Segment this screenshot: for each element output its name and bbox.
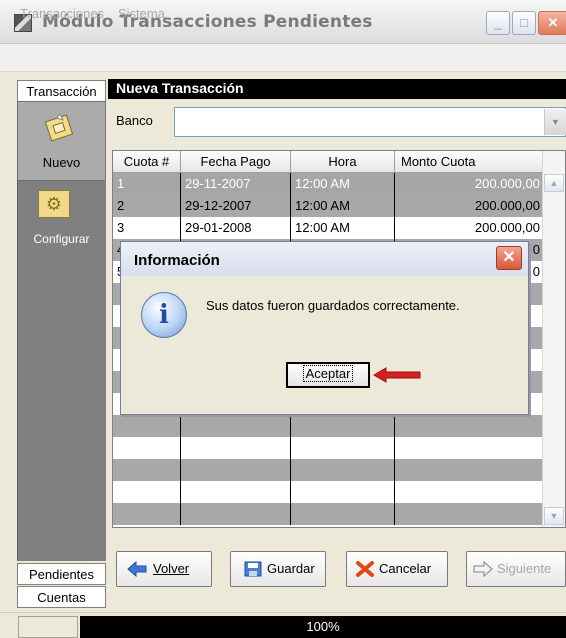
volver-button[interactable]: Volver (116, 551, 212, 587)
scroll-down-icon[interactable]: ▼ (544, 507, 564, 525)
siguiente-button[interactable]: Siguiente (466, 551, 566, 587)
cell-cuota (113, 415, 181, 437)
cancelar-button[interactable]: Cancelar (346, 551, 448, 587)
column-header-hora[interactable]: Hora (291, 151, 395, 173)
red-pointer-arrow-icon (373, 367, 421, 383)
cell-hora (291, 459, 395, 481)
aceptar-button[interactable]: Aceptar (286, 362, 370, 388)
grid-scrollbar[interactable] (542, 151, 565, 527)
cell-monto: 200.000,00 (395, 217, 545, 239)
window-close-button[interactable]: ✕ (538, 11, 566, 35)
cell-fecha (181, 415, 291, 437)
nav-item-nuevo-label: Nuevo (42, 155, 81, 170)
table-row[interactable]: 3 29-01-2008 12:00 AM 200.000,00 (113, 217, 553, 239)
panel-header: Nueva Transacción (108, 79, 566, 99)
cancel-x-icon (356, 561, 374, 577)
cell-hora: 12:00 AM (291, 195, 395, 217)
cell-cuota: 1 (113, 173, 181, 195)
cell-hora: 12:00 AM (291, 217, 395, 239)
column-header-fecha[interactable]: Fecha Pago (181, 151, 291, 173)
cell-monto (395, 481, 545, 503)
empty-row[interactable] (113, 415, 553, 437)
maximize-button[interactable]: □ (512, 11, 536, 35)
configure-icon[interactable]: ⚙ (38, 190, 70, 218)
cancelar-label: Cancelar (379, 561, 432, 576)
nav-tab-transaccion[interactable]: Transacción (17, 80, 106, 102)
dialog-message: Sus datos fueron guardados correctamente… (206, 298, 460, 313)
cell-monto: 200.000,00 (395, 195, 545, 217)
volver-label: Volver (153, 561, 190, 576)
progress-bar: 100% (80, 616, 566, 638)
nav-tab-cuentas[interactable]: Cuentas (17, 586, 106, 608)
scroll-up-icon[interactable]: ▲ (544, 174, 564, 192)
guardar-label: Guardar (267, 561, 315, 576)
cell-hora (291, 415, 395, 437)
cell-monto (395, 459, 545, 481)
table-row[interactable]: 2 29-12-2007 12:00 AM 200.000,00 (113, 195, 553, 217)
cell-fecha: 29-11-2007 (181, 173, 291, 195)
new-transaction-icon (44, 113, 74, 142)
menu-sistema[interactable]: Sistema (118, 6, 165, 21)
menu-transacciones[interactable]: Transacciones (20, 6, 104, 21)
cell-fecha: 29-12-2007 (181, 195, 291, 217)
info-icon: i (141, 292, 187, 338)
chevron-down-icon[interactable]: ▼ (544, 109, 566, 135)
cell-cuota (113, 437, 181, 459)
cell-hora (291, 437, 395, 459)
minimize-button[interactable]: _ (486, 11, 510, 35)
dialog-title: Información (134, 252, 220, 269)
cell-cuota: 2 (113, 195, 181, 217)
cell-monto (395, 415, 545, 437)
cell-monto (395, 437, 545, 459)
status-panel (18, 616, 78, 638)
cell-monto: 200.000,00 (395, 173, 545, 195)
cell-hora (291, 481, 395, 503)
column-header-cuota[interactable]: Cuota # (113, 151, 181, 173)
banco-select[interactable] (174, 107, 566, 137)
banco-label: Banco (116, 113, 153, 128)
cell-cuota (113, 459, 181, 481)
forward-arrow-icon (473, 561, 493, 577)
cell-hora: 12:00 AM (291, 173, 395, 195)
cell-fecha (181, 481, 291, 503)
dialog-close-button[interactable]: ✕ (496, 246, 522, 270)
cell-monto (395, 503, 545, 525)
menu-bar (0, 44, 566, 72)
siguiente-label: Siguiente (497, 561, 552, 576)
cell-cuota (113, 503, 181, 525)
table-row[interactable]: 1 29-11-2007 12:00 AM 200.000,00 (113, 173, 553, 195)
cell-fecha (181, 503, 291, 525)
cell-fecha: 29-01-2008 (181, 217, 291, 239)
empty-row[interactable] (113, 503, 553, 525)
nav-tab-pendientes[interactable]: Pendientes (17, 563, 106, 585)
cell-cuota (113, 481, 181, 503)
cell-cuota: 3 (113, 217, 181, 239)
column-header-monto[interactable]: Monto Cuota (395, 151, 545, 173)
cell-fecha (181, 459, 291, 481)
save-icon (244, 561, 262, 577)
back-arrow-icon (127, 561, 147, 577)
cell-fecha (181, 437, 291, 459)
empty-row[interactable] (113, 437, 553, 459)
cell-hora (291, 503, 395, 525)
empty-row[interactable] (113, 481, 553, 503)
nav-item-configurar[interactable]: Configurar (17, 232, 106, 246)
guardar-button[interactable]: Guardar (230, 551, 326, 587)
aceptar-label: Aceptar (302, 365, 354, 382)
empty-row[interactable] (113, 459, 553, 481)
app-window: Módulo Transacciones Pendientes _ □ ✕ Tr… (0, 0, 566, 638)
